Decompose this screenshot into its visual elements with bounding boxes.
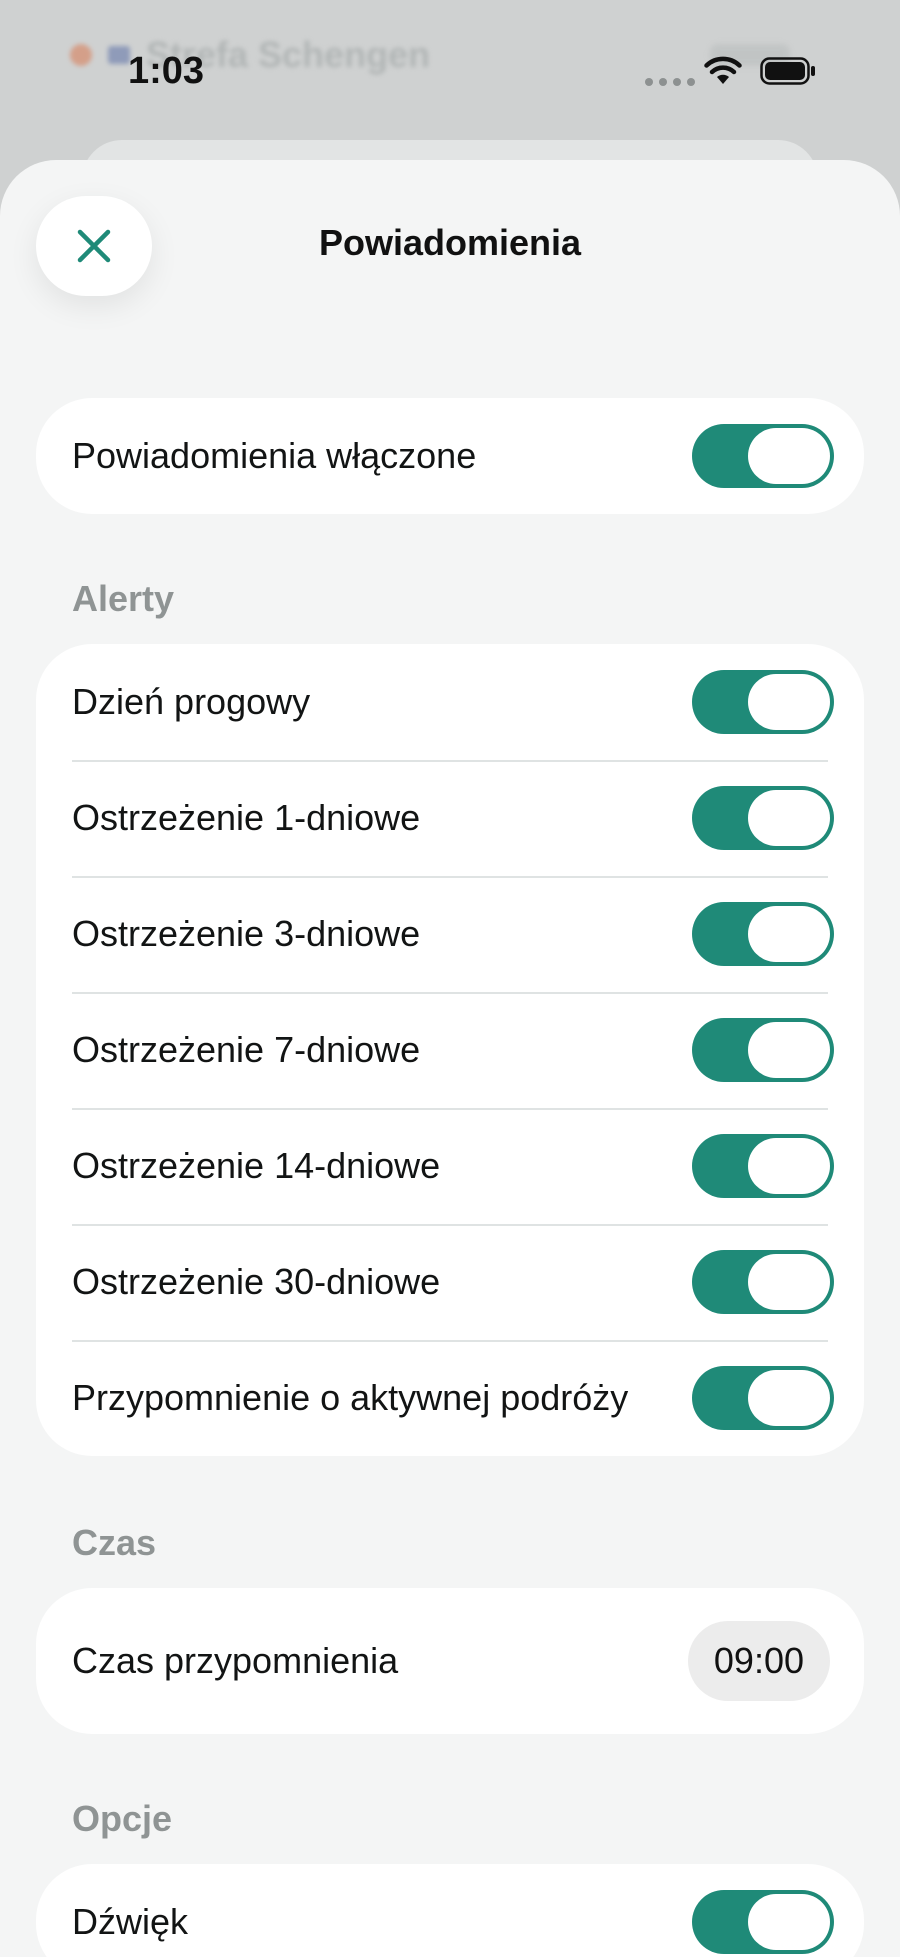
alerts-section-header: Alerty [72,578,175,619]
alert-row-active-trip: Przypomnienie o aktywnej podróży [36,1340,864,1456]
wifi-icon [704,56,742,84]
status-bar: 1:03 [0,0,900,140]
sound-toggle[interactable] [692,1890,834,1954]
alert-toggle-7-day[interactable] [692,1018,834,1082]
alert-label: Ostrzeżenie 1-dniowe [72,797,421,838]
alert-label: Przypomnienie o aktywnej podróży [72,1377,629,1418]
sound-row: Dźwięk [36,1864,864,1957]
alert-label: Ostrzeżenie 3-dniowe [72,913,421,954]
options-card: Dźwięk [36,1864,864,1957]
time-card: Czas przypomnienia 09:00 [36,1588,864,1734]
master-toggle-label: Powiadomienia włączone [72,435,477,476]
cellular-signal-icon [645,78,695,86]
alert-row-14-day: Ostrzeżenie 14-dniowe [36,1108,864,1224]
sound-label: Dźwięk [72,1901,189,1942]
reminder-time-label: Czas przypomnienia [72,1640,399,1681]
reminder-time-picker[interactable]: 09:00 [687,1621,830,1701]
alerts-card: Dzień progowy Ostrzeżenie 1-dniowe Ostrz… [36,644,864,1456]
alert-row-7-day: Ostrzeżenie 7-dniowe [36,992,864,1108]
alert-row-threshold-day: Dzień progowy [36,644,864,760]
alert-toggle-14-day[interactable] [692,1134,834,1198]
alert-label: Dzień progowy [72,681,311,722]
alert-row-3-day: Ostrzeżenie 3-dniowe [36,876,864,992]
time-section-header: Czas [72,1522,157,1563]
reminder-time-row: Czas przypomnienia 09:00 [36,1588,864,1734]
master-toggle-row: Powiadomienia włączone [36,398,864,514]
options-section-header: Opcje [72,1798,173,1839]
alert-label: Ostrzeżenie 30-dniowe [72,1261,441,1302]
sheet-title: Powiadomienia [318,222,582,263]
notifications-sheet: Powiadomienia Powiadomienia włączone Ale… [0,160,900,1957]
battery-icon [760,57,815,85]
alert-label: Ostrzeżenie 14-dniowe [72,1145,441,1186]
status-time: 1:03 [128,50,205,92]
alert-row-30-day: Ostrzeżenie 30-dniowe [36,1224,864,1340]
alert-toggle-1-day[interactable] [692,786,834,850]
alert-label: Ostrzeżenie 7-dniowe [72,1029,421,1070]
alert-toggle-active-trip[interactable] [692,1366,834,1430]
alert-toggle-30-day[interactable] [692,1250,834,1314]
alert-toggle-threshold-day[interactable] [692,670,834,734]
master-toggle-card: Powiadomienia włączone [36,398,864,514]
master-toggle[interactable] [692,424,834,488]
alert-toggle-3-day[interactable] [692,902,834,966]
alert-row-1-day: Ostrzeżenie 1-dniowe [36,760,864,876]
